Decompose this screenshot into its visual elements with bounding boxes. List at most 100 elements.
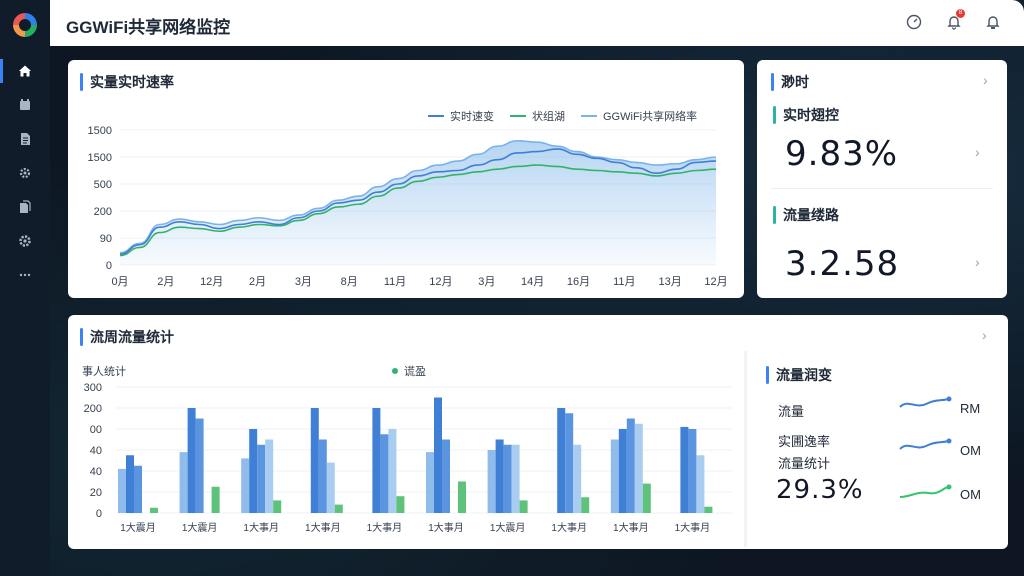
x-tick-label: 14月 [521, 276, 544, 288]
bar [704, 506, 713, 513]
x-tick-label: 1大震月 [120, 521, 156, 534]
metrics-card-title: 渺时 [771, 72, 809, 92]
sparkline-icon [899, 438, 952, 450]
y-tick-label: 500 [94, 179, 112, 191]
bar [118, 468, 126, 513]
divider [771, 188, 993, 189]
y-tick-label: 0 [96, 508, 102, 520]
bar [249, 429, 258, 513]
speed-line-chart: 0 90 200 500 1500 1500 0月 2月 12月 2月 3月 8月 11月 12月 3月 14… [88, 125, 728, 288]
chevron-right-icon[interactable]: › [975, 144, 980, 160]
chevron-right-icon[interactable]: › [975, 254, 980, 270]
app-logo-icon [13, 13, 37, 37]
y-tick-label: 90 [100, 233, 112, 245]
bar [334, 504, 343, 513]
bar [372, 408, 381, 513]
metric1-value: 9.83% [785, 134, 899, 174]
gauge-button[interactable] [903, 11, 925, 33]
flow-row-value: OM [960, 487, 981, 502]
router-icon [20, 99, 30, 110]
y-tick-label: 20 [90, 487, 102, 499]
x-tick-label: 1大事月 [367, 521, 403, 534]
y-tick-label: 1500 [88, 152, 112, 164]
bar [581, 497, 590, 513]
bar [326, 462, 335, 513]
flow-row-label: 实圃逸率 [778, 434, 831, 449]
metric1-label: 实时翅控 [773, 105, 839, 125]
home-icon [19, 65, 31, 77]
x-tick-label: 2月 [249, 276, 266, 288]
x-tick-label: 1大事月 [551, 521, 587, 534]
flow-row-label: 流量统计 [778, 456, 831, 471]
traffic-bar-chart: 0 20 40 40 00 200 300 1大震月 1大震月 1大事月 1大事月 1大事月 1大事月 1… [84, 382, 732, 534]
notifications-button[interactable]: 8 [943, 9, 965, 33]
sidebar-item-home[interactable] [0, 55, 50, 87]
metric2-value: 3.2.58 [785, 244, 900, 284]
speed-chart-card: 实量实时速率 实时速变 状组湖 GGWiFi共享网络率 0 90 200 500 150… [68, 60, 744, 298]
bar [265, 439, 274, 513]
sparkline-icon [899, 484, 952, 498]
flow-big-value: 29.3% [776, 475, 864, 505]
more-icon [19, 273, 31, 277]
settings-icon [19, 167, 31, 179]
bar [310, 408, 319, 513]
x-tick-label: 13月 [659, 276, 682, 288]
bar [211, 486, 220, 513]
flow-row-label: 流量 [778, 404, 805, 419]
bar [187, 408, 196, 513]
bar [442, 439, 450, 513]
x-tick-label: 12月 [704, 276, 727, 288]
bar [487, 450, 496, 513]
y-tick-label: 00 [90, 424, 102, 436]
user-icon [986, 16, 1000, 29]
bar [642, 483, 651, 513]
bar [519, 500, 528, 513]
sidebar [0, 0, 50, 576]
bar [241, 458, 250, 513]
document-icon [21, 133, 30, 145]
sidebar-item-documents[interactable] [0, 123, 50, 155]
x-tick-label: 1大事月 [675, 521, 711, 534]
bar [273, 500, 282, 513]
bar [257, 444, 266, 513]
sidebar-item-more[interactable] [0, 259, 50, 291]
x-tick-label: 1大事月 [243, 521, 279, 534]
traffic-chart-card: 流周流量统计 › 事人统计 谎盈 0 20 40 40 00 200 300 1大震月 1大震月… [68, 315, 1008, 549]
bar [458, 481, 466, 513]
app-title: GGWiFi共享网络监控 [66, 18, 231, 37]
bar [618, 429, 627, 513]
user-button[interactable] [982, 11, 1004, 33]
bar [688, 429, 697, 513]
sidebar-item-router[interactable] [0, 89, 50, 121]
y-tick-label: 1500 [88, 125, 112, 137]
series-area [120, 140, 716, 265]
chevron-right-icon[interactable]: › [983, 72, 988, 88]
x-tick-label: 11月 [613, 276, 635, 288]
chevron-right-icon[interactable]: › [982, 327, 987, 343]
bar [318, 439, 327, 513]
x-tick-label: 8月 [341, 276, 358, 288]
y-tick-label: 200 [84, 403, 102, 415]
x-tick-label: 12月 [429, 276, 452, 288]
bar [573, 444, 582, 513]
sidebar-item-settings[interactable] [0, 157, 50, 189]
x-tick-label: 11月 [384, 276, 406, 288]
bar [388, 429, 397, 513]
sidebar-item-config[interactable] [0, 225, 50, 257]
x-tick-label: 0月 [111, 276, 128, 288]
sidebar-item-files[interactable] [0, 191, 50, 223]
gear-icon [19, 235, 31, 247]
bar [380, 434, 389, 513]
flow-row-value: OM [960, 443, 981, 458]
x-tick-label: 3月 [295, 276, 312, 288]
bar [626, 418, 635, 513]
y-tick-label: 300 [84, 382, 102, 394]
divider [744, 351, 747, 547]
flow-row-value: RM [960, 401, 981, 416]
notification-badge: 8 [956, 9, 965, 18]
bar [179, 452, 188, 513]
x-tick-label: 3月 [478, 276, 495, 288]
y-tick-label: 200 [94, 206, 112, 218]
sparkline-icon [899, 396, 952, 408]
metrics-card: 渺时 › 实时翅控 9.83% › 流量缕路 3.2.58 › [757, 60, 1007, 298]
